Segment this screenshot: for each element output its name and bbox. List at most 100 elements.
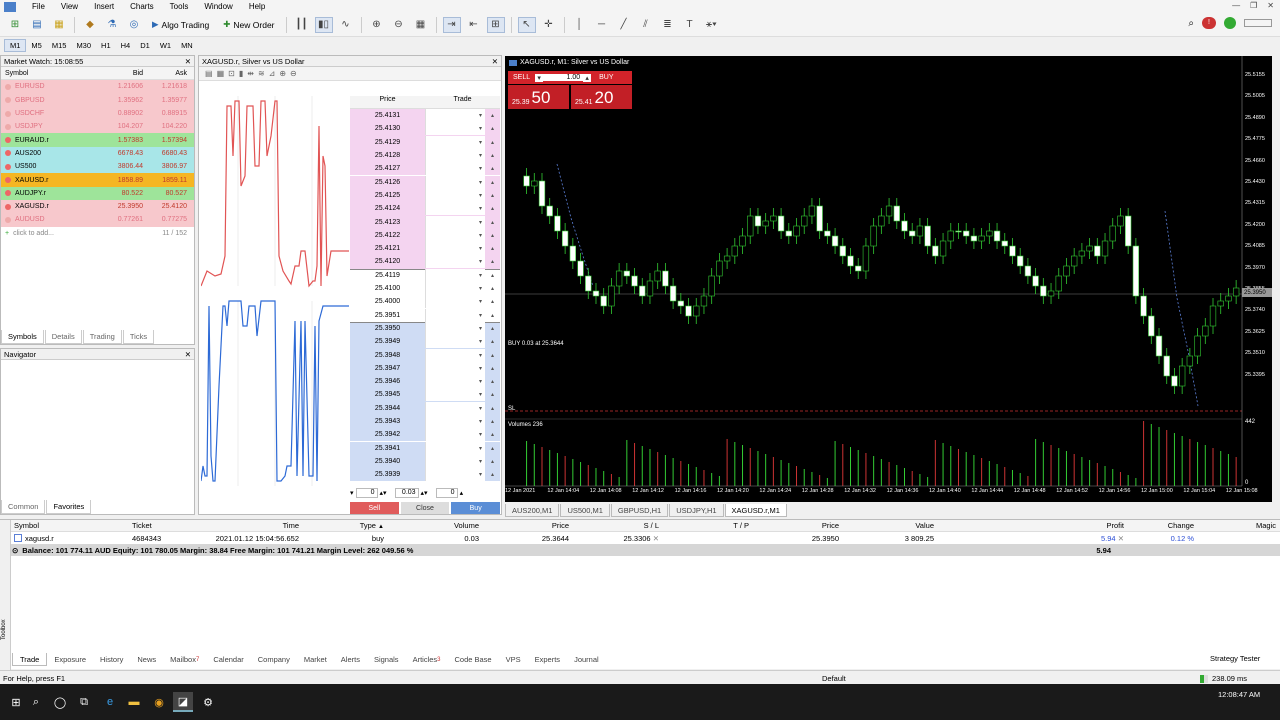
windows-start-icon[interactable]: ⊞ bbox=[6, 692, 26, 712]
list-item[interactable]: AUDJPY.r 80.522 80.527 bbox=[1, 186, 194, 200]
menu-insert[interactable]: Insert bbox=[86, 2, 122, 11]
table-row[interactable]: 25.3940 ▾ ▴ bbox=[350, 454, 500, 469]
channel-icon[interactable]: ⫽ bbox=[637, 17, 655, 33]
sl-input[interactable]: 0 bbox=[355, 487, 378, 498]
chrome-icon[interactable]: ◉ bbox=[149, 692, 169, 712]
column-ticket[interactable]: Ticket bbox=[128, 521, 208, 530]
dom-trade-cell[interactable]: ▾ bbox=[425, 242, 485, 256]
tab-trade[interactable]: Trade bbox=[12, 653, 48, 666]
list-item[interactable]: XAGUSD.r 25.3950 25.4120 bbox=[1, 199, 194, 214]
dom-trade-cell[interactable]: ▾ bbox=[425, 255, 485, 269]
table-row[interactable]: 25.3951 ▾ ▴ bbox=[350, 308, 500, 322]
add-symbol-row[interactable]: + click to add... 11 / 152 bbox=[1, 227, 194, 240]
bar-chart-icon[interactable]: ┃┃ bbox=[293, 17, 311, 33]
tab-mailbox[interactable]: Mailbox 7 bbox=[163, 653, 206, 666]
dom-trade-cell[interactable]: ▾ bbox=[425, 415, 485, 429]
chevron-up-icon[interactable]: ▴ bbox=[485, 245, 500, 252]
close-icon[interactable]: ✕ bbox=[1267, 1, 1274, 10]
zoom-in-icon[interactable]: ⊕ bbox=[368, 17, 386, 33]
tab-code-base[interactable]: Code Base bbox=[448, 653, 499, 666]
dom-trade-cell[interactable]: ▾ bbox=[425, 122, 485, 136]
dom-trend-icon[interactable]: ⊿ bbox=[269, 69, 276, 78]
list-item[interactable]: USDJPY 104.207 104.220 bbox=[1, 120, 194, 134]
dom-center-icon[interactable]: ⊡ bbox=[228, 69, 235, 78]
crosshair-icon[interactable]: ✛ bbox=[540, 17, 558, 33]
list-item[interactable]: GBPUSD 1.35962 1.35977 bbox=[1, 93, 194, 107]
chevron-up-icon[interactable]: ▴ bbox=[485, 338, 500, 345]
tab-articles[interactable]: Articles 3 bbox=[406, 653, 448, 666]
cortana-icon[interactable]: ◯ bbox=[50, 692, 70, 712]
column-type[interactable]: Type bbox=[360, 521, 376, 530]
dom-trade-cell[interactable]: ▾ bbox=[425, 135, 485, 149]
table-row[interactable]: 25.4121 ▾ ▴ bbox=[350, 242, 500, 256]
tab-trading[interactable]: Trading bbox=[82, 330, 122, 344]
zoom-out-icon[interactable]: ⊖ bbox=[290, 69, 297, 78]
dom-list-icon[interactable]: ▤ bbox=[205, 69, 213, 78]
table-row[interactable]: 25.4126 ▾ ▴ bbox=[350, 175, 500, 189]
tp-stepper-icon[interactable]: ▴ bbox=[460, 489, 464, 497]
volume-stepper-icon[interactable]: ▴▾ bbox=[421, 489, 428, 497]
menu-view[interactable]: View bbox=[53, 2, 86, 11]
chevron-up-icon[interactable]: ▴ bbox=[485, 445, 500, 452]
table-row[interactable]: 25.3946 ▾ ▴ bbox=[350, 375, 500, 389]
tab-market[interactable]: Market bbox=[297, 653, 334, 666]
dom-trade-cell[interactable]: ▾ bbox=[425, 361, 485, 375]
chevron-up-icon[interactable]: ▴ bbox=[485, 179, 500, 186]
cursor-icon[interactable]: ↖ bbox=[517, 16, 536, 33]
minimize-icon[interactable]: — bbox=[1232, 1, 1240, 10]
tile-windows-icon[interactable]: ▦ bbox=[412, 17, 430, 33]
table-row[interactable]: xagusd.r 4684343 2021.01.12 15:04:56.652… bbox=[0, 532, 1280, 544]
column-symbol[interactable]: Symbol bbox=[0, 521, 128, 530]
dom-trade-cell[interactable]: ▾ bbox=[425, 468, 485, 482]
dom-trade-cell[interactable]: ▾ bbox=[425, 401, 485, 415]
chevron-up-icon[interactable]: ▴ bbox=[485, 378, 500, 385]
dom-trade-cell[interactable]: ▾ bbox=[425, 282, 485, 296]
table-row[interactable]: 25.4119 ▾ ▴ bbox=[350, 268, 500, 283]
chevron-up-icon[interactable]: ▴ bbox=[485, 285, 500, 292]
table-row[interactable]: 25.4131 ▾ ▴ bbox=[350, 109, 500, 123]
column-volume[interactable]: Volume bbox=[388, 521, 483, 530]
chevron-up-icon[interactable]: ▴ bbox=[485, 312, 500, 319]
chevron-up-icon[interactable]: ▴ bbox=[485, 192, 500, 199]
tab-journal[interactable]: Journal bbox=[567, 653, 606, 666]
timeframe-h1[interactable]: H1 bbox=[96, 39, 116, 52]
column-magic[interactable]: Magic bbox=[1198, 521, 1280, 530]
list-item[interactable]: AUDUSD 0.77261 0.77275 bbox=[1, 213, 194, 227]
tab-common[interactable]: Common bbox=[1, 500, 46, 514]
column-change[interactable]: Change bbox=[1128, 521, 1198, 530]
new-chart-icon[interactable]: ⊞ bbox=[6, 17, 24, 33]
timeframe-w1[interactable]: W1 bbox=[155, 39, 176, 52]
table-row[interactable]: 25.3942 ▾ ▴ bbox=[350, 428, 500, 442]
table-row[interactable]: 25.4128 ▾ ▴ bbox=[350, 148, 500, 163]
table-row[interactable]: 25.3945 ▾ ▴ bbox=[350, 388, 500, 402]
chevron-up-icon[interactable]: ▴ bbox=[485, 458, 500, 465]
shapes-icon[interactable]: ⚹▾ bbox=[703, 17, 721, 33]
table-row[interactable]: 25.3944 ▾ ▴ bbox=[350, 401, 500, 415]
sl-stepper-icon[interactable]: ▴▾ bbox=[380, 489, 387, 497]
strategy-icon[interactable]: ⚗ bbox=[103, 17, 121, 33]
taskbar-clock[interactable]: 12:08:47 AM bbox=[1218, 690, 1260, 699]
timeframe-m30[interactable]: M30 bbox=[71, 39, 96, 52]
autoscroll-icon[interactable]: ⇥ bbox=[442, 16, 461, 33]
tab-exposure[interactable]: Exposure bbox=[47, 653, 93, 666]
tab-experts[interactable]: Experts bbox=[528, 653, 567, 666]
tab-ticks[interactable]: Ticks bbox=[122, 330, 155, 344]
horizontal-line-icon[interactable]: ─ bbox=[593, 17, 611, 33]
text-tool-icon[interactable]: T bbox=[681, 17, 699, 33]
fibonacci-icon[interactable]: ≣ bbox=[659, 17, 677, 33]
line-chart-icon[interactable]: ∿ bbox=[337, 17, 355, 33]
chart-shift-icon[interactable]: ⇤ bbox=[465, 17, 483, 33]
list-item[interactable]: AUS200 6678.43 6680.43 bbox=[1, 146, 194, 161]
algo-trading-button[interactable]: ▶ Algo Trading bbox=[145, 17, 216, 33]
list-item[interactable]: EURAUD.r 1.57383 1.57394 bbox=[1, 133, 194, 147]
task-view-icon[interactable]: ⧉ bbox=[74, 692, 94, 712]
dom-trade-cell[interactable]: ▾ bbox=[425, 348, 485, 362]
column-symbol[interactable]: Symbol bbox=[1, 70, 111, 77]
dom-bar-icon[interactable]: ▮ bbox=[239, 69, 243, 78]
dom-trade-cell[interactable]: ▾ bbox=[425, 441, 485, 455]
dom-trade-cell[interactable]: ▾ bbox=[425, 175, 485, 189]
chart-tab-aus200[interactable]: AUS200,M1 bbox=[505, 504, 560, 517]
chevron-up-icon[interactable]: ▴ bbox=[485, 219, 500, 226]
column-value[interactable]: Value bbox=[843, 521, 938, 530]
menu-file[interactable]: File bbox=[24, 2, 53, 11]
